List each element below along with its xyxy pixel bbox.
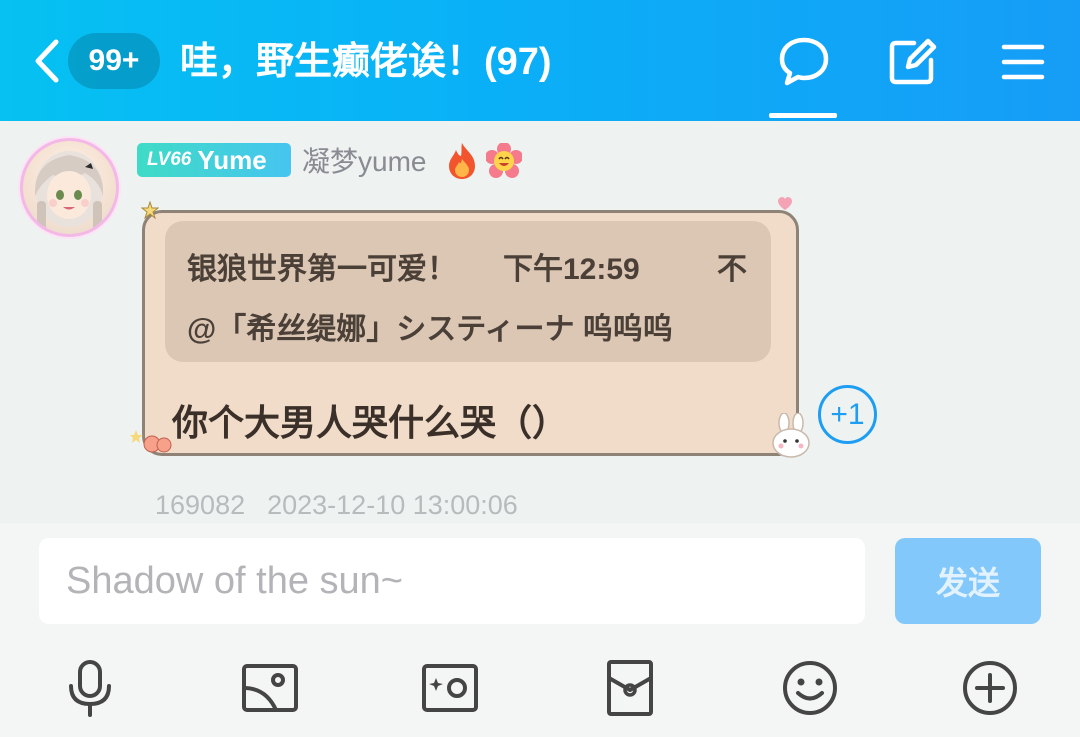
quote-time: 下午12:59	[503, 253, 640, 286]
add-icon[interactable]	[960, 658, 1020, 718]
chat-bubble-icon[interactable]	[778, 36, 830, 88]
message-id: 169082	[155, 490, 246, 520]
level-badge: LV66 Yume	[137, 143, 291, 177]
message-meta: 169082 2023-12-10 13:00:06	[155, 490, 518, 521]
red-packet-icon[interactable]	[600, 658, 660, 718]
bunny-sticker-icon	[772, 413, 810, 458]
image-icon[interactable]	[240, 658, 300, 718]
active-tab-indicator	[769, 113, 837, 118]
quote-text: @「希丝缇娜」システィーナ 呜呜呜	[187, 313, 673, 346]
chevron-left-icon[interactable]	[30, 38, 64, 84]
quote-truncated-text: 不	[717, 253, 747, 286]
menu-icon[interactable]	[997, 36, 1049, 88]
message-input[interactable]	[39, 538, 865, 624]
camera-icon[interactable]	[420, 658, 480, 718]
level-name: Yume	[197, 144, 267, 175]
header-bar: 99+ 哇，野生癫佬诶！(97)	[0, 0, 1080, 121]
send-button[interactable]: 发送	[895, 538, 1041, 624]
emoji-icon[interactable]	[780, 658, 840, 718]
chat-title: 哇，野生癫佬诶！(97)	[180, 41, 552, 83]
heart-decoration-icon	[778, 197, 792, 210]
level-number: LV66	[147, 149, 192, 170]
avatar-illustration	[34, 151, 104, 231]
fire-icon	[449, 143, 475, 179]
smiley-flower-icon	[486, 143, 522, 178]
peach-decoration-icon	[130, 430, 172, 453]
edit-icon[interactable]	[886, 36, 938, 88]
unread-badge[interactable]: 99+	[68, 33, 160, 89]
quote-author: 银狼世界第一可爱！	[187, 253, 457, 286]
avatar[interactable]	[20, 138, 119, 237]
plus-one-button[interactable]: +1	[818, 385, 877, 444]
message-timestamp: 2023-12-10 13:00:06	[267, 490, 518, 520]
microphone-icon[interactable]	[60, 658, 120, 718]
username[interactable]: 凝梦yume	[302, 144, 426, 180]
message-text: 你个大男人哭什么哭（）	[172, 402, 569, 443]
star-decoration-icon	[141, 201, 159, 219]
